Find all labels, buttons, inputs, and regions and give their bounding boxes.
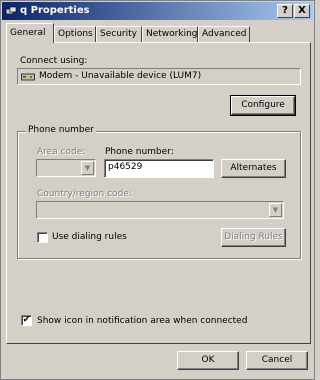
close-button[interactable]: X — [294, 4, 310, 18]
area-code-label: Area code: — [37, 147, 86, 157]
country-region-label: Country/region code: — [37, 189, 132, 199]
dialing-rules-button[interactable]: Dialing Rules — [221, 228, 286, 247]
chevron-down-icon[interactable]: ▼ — [269, 203, 282, 217]
phone-group-label: Phone number — [26, 125, 96, 135]
cancel-button[interactable]: Cancel — [246, 351, 308, 370]
connect-using-label: Connect using: — [20, 56, 88, 66]
checkmark-icon: ✔ — [22, 315, 31, 325]
device-list[interactable]: Modem - Unavailable device (LUM7) — [17, 68, 301, 85]
tab-networking[interactable]: Networking — [142, 26, 198, 42]
window-title: q Properties — [20, 5, 90, 16]
configure-button[interactable]: Configure — [230, 95, 296, 116]
help-button[interactable]: ? — [277, 4, 293, 18]
phone-number-input[interactable]: p46529 — [104, 159, 214, 178]
tab-advanced[interactable]: Advanced — [198, 26, 250, 42]
ok-button[interactable]: OK — [177, 351, 239, 370]
properties-dialog: q Properties ? X General Options Securit… — [0, 0, 315, 380]
chevron-down-icon[interactable]: ▼ — [81, 161, 94, 175]
alternates-button[interactable]: Alternates — [221, 159, 286, 178]
country-region-combo[interactable]: ▼ — [36, 201, 284, 219]
tab-security[interactable]: Security — [96, 26, 142, 42]
tab-general[interactable]: General — [6, 23, 54, 43]
show-icon-label[interactable]: Show icon in notification area when conn… — [37, 316, 247, 326]
phone-number-label: Phone number: — [105, 147, 174, 157]
use-dialing-rules-checkbox[interactable] — [37, 232, 48, 243]
show-icon-checkbox[interactable]: ✔ — [21, 315, 32, 326]
area-code-combo[interactable]: ▼ — [36, 159, 96, 177]
network-connection-icon — [5, 6, 17, 15]
modem-icon — [21, 73, 35, 81]
device-name: Modem - Unavailable device (LUM7) — [39, 71, 202, 81]
title-bar[interactable]: q Properties ? X — [2, 2, 313, 20]
tab-strip: General Options Security Networking Adva… — [6, 23, 311, 43]
use-dialing-rules-label[interactable]: Use dialing rules — [52, 232, 127, 242]
tab-options[interactable]: Options — [54, 26, 96, 42]
